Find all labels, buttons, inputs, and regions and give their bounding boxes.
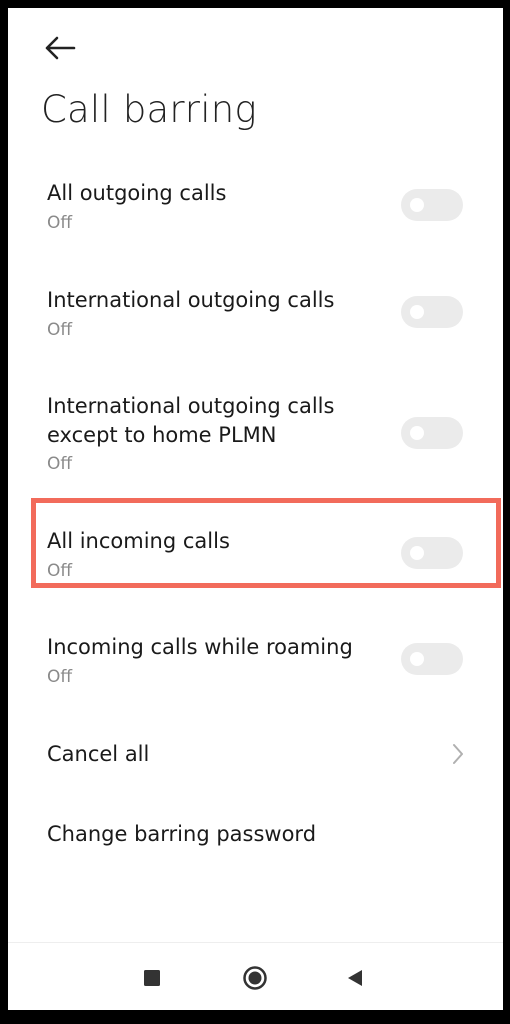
setting-title: Incoming calls while roaming xyxy=(47,635,353,659)
setting-status: Off xyxy=(47,561,73,581)
setting-status: Off xyxy=(47,320,73,340)
setting-title: All incoming calls xyxy=(47,529,230,553)
change-barring-password-item[interactable]: Change barring password xyxy=(8,808,503,868)
toggle-knob xyxy=(410,305,424,319)
square-icon xyxy=(144,970,160,986)
page-title: Call barring xyxy=(41,88,257,131)
chevron-right-icon xyxy=(453,744,463,764)
nav-back-button[interactable] xyxy=(335,958,375,998)
recents-button[interactable] xyxy=(132,958,172,998)
circle-icon xyxy=(243,966,267,990)
setting-status: Off xyxy=(47,667,73,687)
nav-divider xyxy=(8,942,503,943)
arrow-left-icon xyxy=(45,36,76,60)
setting-title: All outgoing calls xyxy=(47,181,227,205)
settings-screen: Call barring All outgoing calls Off Inte… xyxy=(8,8,503,1010)
change-password-label: Change barring password xyxy=(47,822,317,846)
cancel-all-item[interactable]: Cancel all xyxy=(8,728,503,788)
setting-row-all-incoming[interactable]: All incoming calls Off xyxy=(8,521,503,601)
setting-row-international-outgoing[interactable]: International outgoing calls Off xyxy=(8,280,503,360)
setting-status: Off xyxy=(47,213,73,233)
setting-status: Off xyxy=(47,454,73,474)
toggle-knob xyxy=(410,198,424,212)
home-button[interactable] xyxy=(235,958,275,998)
toggle-knob xyxy=(410,546,424,560)
setting-row-all-outgoing[interactable]: All outgoing calls Off xyxy=(8,173,503,253)
toggle-switch[interactable] xyxy=(401,537,463,569)
toggle-switch[interactable] xyxy=(401,417,463,449)
setting-title: International outgoing calls xyxy=(47,288,335,312)
triangle-back-icon xyxy=(348,970,362,986)
back-button[interactable] xyxy=(38,26,82,70)
toggle-switch[interactable] xyxy=(401,296,463,328)
cancel-all-label: Cancel all xyxy=(47,742,150,766)
toggle-switch[interactable] xyxy=(401,189,463,221)
setting-row-international-except-home[interactable]: International outgoing calls except to h… xyxy=(8,386,503,486)
toggle-knob xyxy=(410,652,424,666)
setting-title: International outgoing calls except to h… xyxy=(47,394,335,447)
toggle-knob xyxy=(410,426,424,440)
toggle-switch[interactable] xyxy=(401,643,463,675)
setting-row-incoming-roaming[interactable]: Incoming calls while roaming Off xyxy=(8,627,503,707)
